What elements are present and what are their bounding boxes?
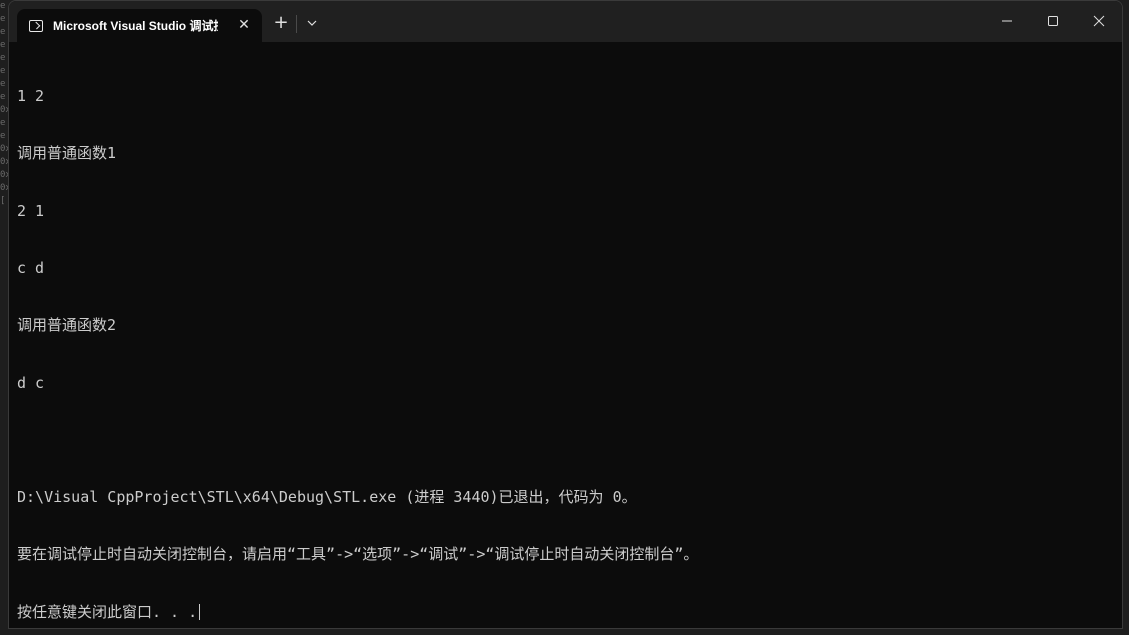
bg-text: e [0,14,6,24]
terminal-icon [29,19,43,32]
bg-text: e [0,40,6,50]
console-line: c d [17,259,45,278]
bg-text: e [0,53,6,63]
close-icon [1093,15,1105,27]
console-line: 调用普通函数2 [17,316,117,335]
console-prompt-line: 按任意键关闭此窗口. . . [17,603,1117,622]
close-window-button[interactable] [1076,1,1122,42]
console-line: d c [17,373,45,392]
bg-text: 0x [0,105,8,115]
console-line: 调用普通函数1 [17,144,117,163]
console-line: 1 2 [17,87,45,106]
tab-title: Microsoft Visual Studio 调试控制台 [53,19,218,33]
maximize-button[interactable] [1030,1,1076,42]
tab-debug-console[interactable]: Microsoft Visual Studio 调试控制台 ✕ [17,9,262,42]
bg-text: 0x [0,157,8,167]
console-line: 2 1 [17,201,45,220]
text-cursor [199,603,201,620]
bg-text: 0x [0,144,8,154]
console-line: 要在调试停止时自动关闭控制台，请启用“工具”->“选项”->“调试”->“调试停… [17,545,699,564]
bg-text: [ [0,196,6,206]
chevron-down-icon [307,20,317,26]
background-window-edge: e e e e e e e e 0x e e 0x 0x 0x 0x [ [0,0,8,635]
bg-text: e [0,92,6,102]
maximize-icon [1048,16,1058,26]
tab-dropdown-button[interactable] [300,11,324,35]
console-prompt-text: 按任意键关闭此窗口. . . [17,602,198,621]
new-tab-button[interactable]: + [269,11,293,35]
terminal-window: Microsoft Visual Studio 调试控制台 ✕ + [8,0,1123,629]
bg-text: e [0,1,6,11]
bg-text: e [0,27,6,37]
console-line: D:\Visual CppProject\STL\x64\Debug\STL.e… [17,488,637,507]
title-bar[interactable]: Microsoft Visual Studio 调试控制台 ✕ + [9,1,1122,42]
bg-text: 0x [0,183,8,193]
divider [296,15,297,33]
minimize-icon [1002,20,1012,22]
close-tab-icon[interactable]: ✕ [236,17,252,33]
bg-text: e [0,66,6,76]
bg-text: e [0,79,6,89]
bg-text: e [0,131,6,141]
bg-text: 0x [0,170,8,180]
minimize-button[interactable] [984,1,1030,42]
console-output[interactable]: 1 2 调用普通函数1 2 1 c d 调用普通函数2 d c D:\Visua… [17,49,1117,628]
bg-text: e [0,118,6,128]
